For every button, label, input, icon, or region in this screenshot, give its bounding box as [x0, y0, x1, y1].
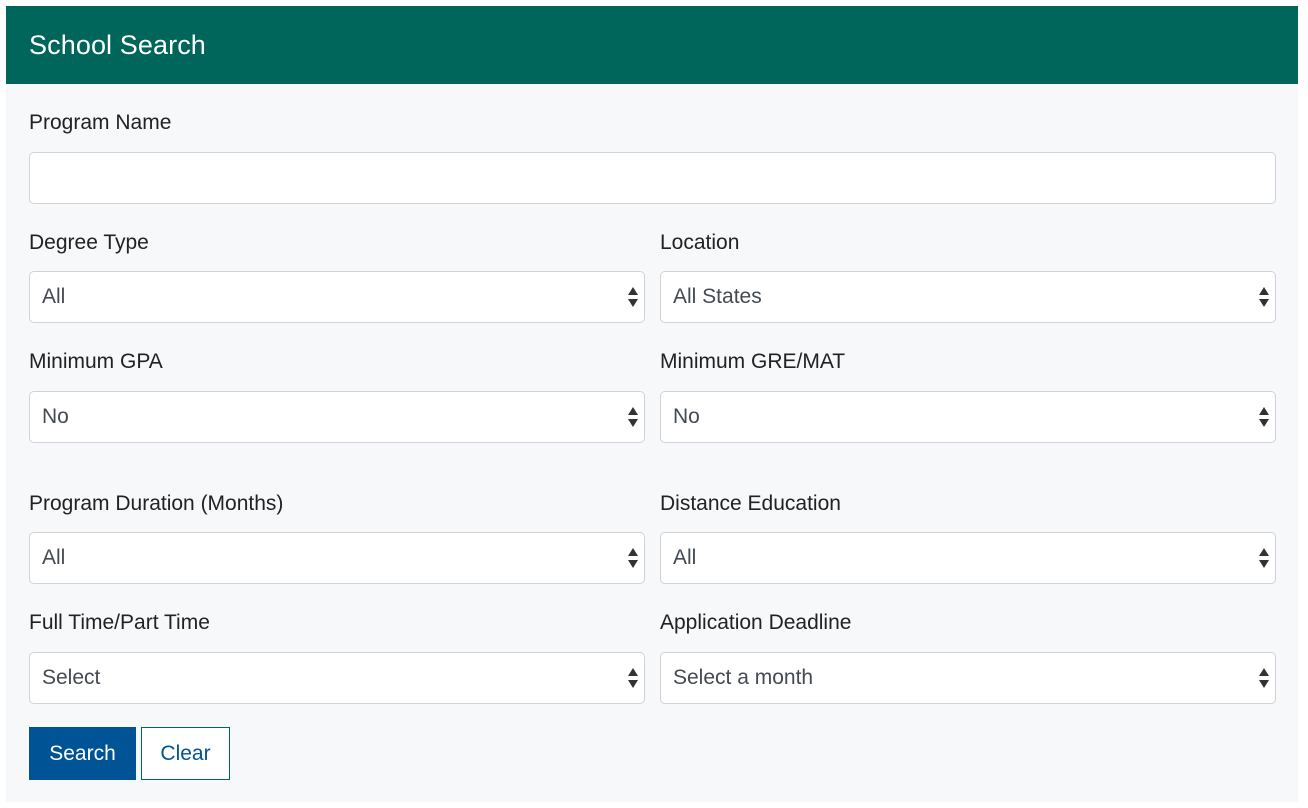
up-down-arrows-icon — [1259, 287, 1269, 307]
up-down-arrows-icon — [628, 668, 638, 688]
up-down-arrows-icon — [628, 287, 638, 307]
application-deadline-select[interactable]: Select a month — [660, 652, 1276, 704]
minimum-gpa-select[interactable]: No — [29, 391, 645, 443]
clear-button[interactable]: Clear — [141, 727, 230, 780]
degree-type-label: Degree Type — [29, 231, 149, 254]
up-down-arrows-icon — [1259, 548, 1269, 568]
up-down-arrows-icon — [628, 407, 638, 427]
full-part-time-label: Full Time/Part Time — [29, 611, 210, 634]
program-duration-select[interactable]: All — [29, 532, 645, 584]
panel-header: School Search — [6, 6, 1298, 84]
minimum-gpa-label: Minimum GPA — [29, 350, 163, 373]
degree-type-value: All — [42, 285, 66, 308]
full-part-time-value: Select — [42, 666, 101, 689]
minimum-gre-mat-label: Minimum GRE/MAT — [660, 350, 846, 373]
up-down-arrows-icon — [1259, 668, 1269, 688]
location-label: Location — [660, 231, 740, 254]
program-name-input[interactable] — [29, 152, 1276, 204]
page-title: School Search — [29, 29, 206, 60]
full-part-time-select[interactable]: Select — [29, 652, 645, 704]
school-search-panel: School Search Program Name Degree Type A… — [6, 6, 1298, 802]
location-value: All States — [673, 285, 762, 308]
up-down-arrows-icon — [1259, 407, 1269, 427]
application-deadline-value: Select a month — [673, 666, 814, 689]
program-duration-label: Program Duration (Months) — [29, 492, 284, 515]
minimum-gre-mat-value: No — [673, 405, 700, 428]
search-button[interactable]: Search — [29, 727, 136, 780]
program-duration-value: All — [42, 546, 66, 569]
distance-education-label: Distance Education — [660, 492, 841, 515]
up-down-arrows-icon — [628, 548, 638, 568]
minimum-gpa-value: No — [42, 405, 69, 428]
distance-education-select[interactable]: All — [660, 532, 1276, 584]
distance-education-value: All — [673, 546, 697, 569]
program-name-label: Program Name — [29, 111, 172, 134]
degree-type-select[interactable]: All — [29, 271, 645, 323]
application-deadline-label: Application Deadline — [660, 611, 852, 634]
minimum-gre-mat-select[interactable]: No — [660, 391, 1276, 443]
location-select[interactable]: All States — [660, 271, 1276, 323]
